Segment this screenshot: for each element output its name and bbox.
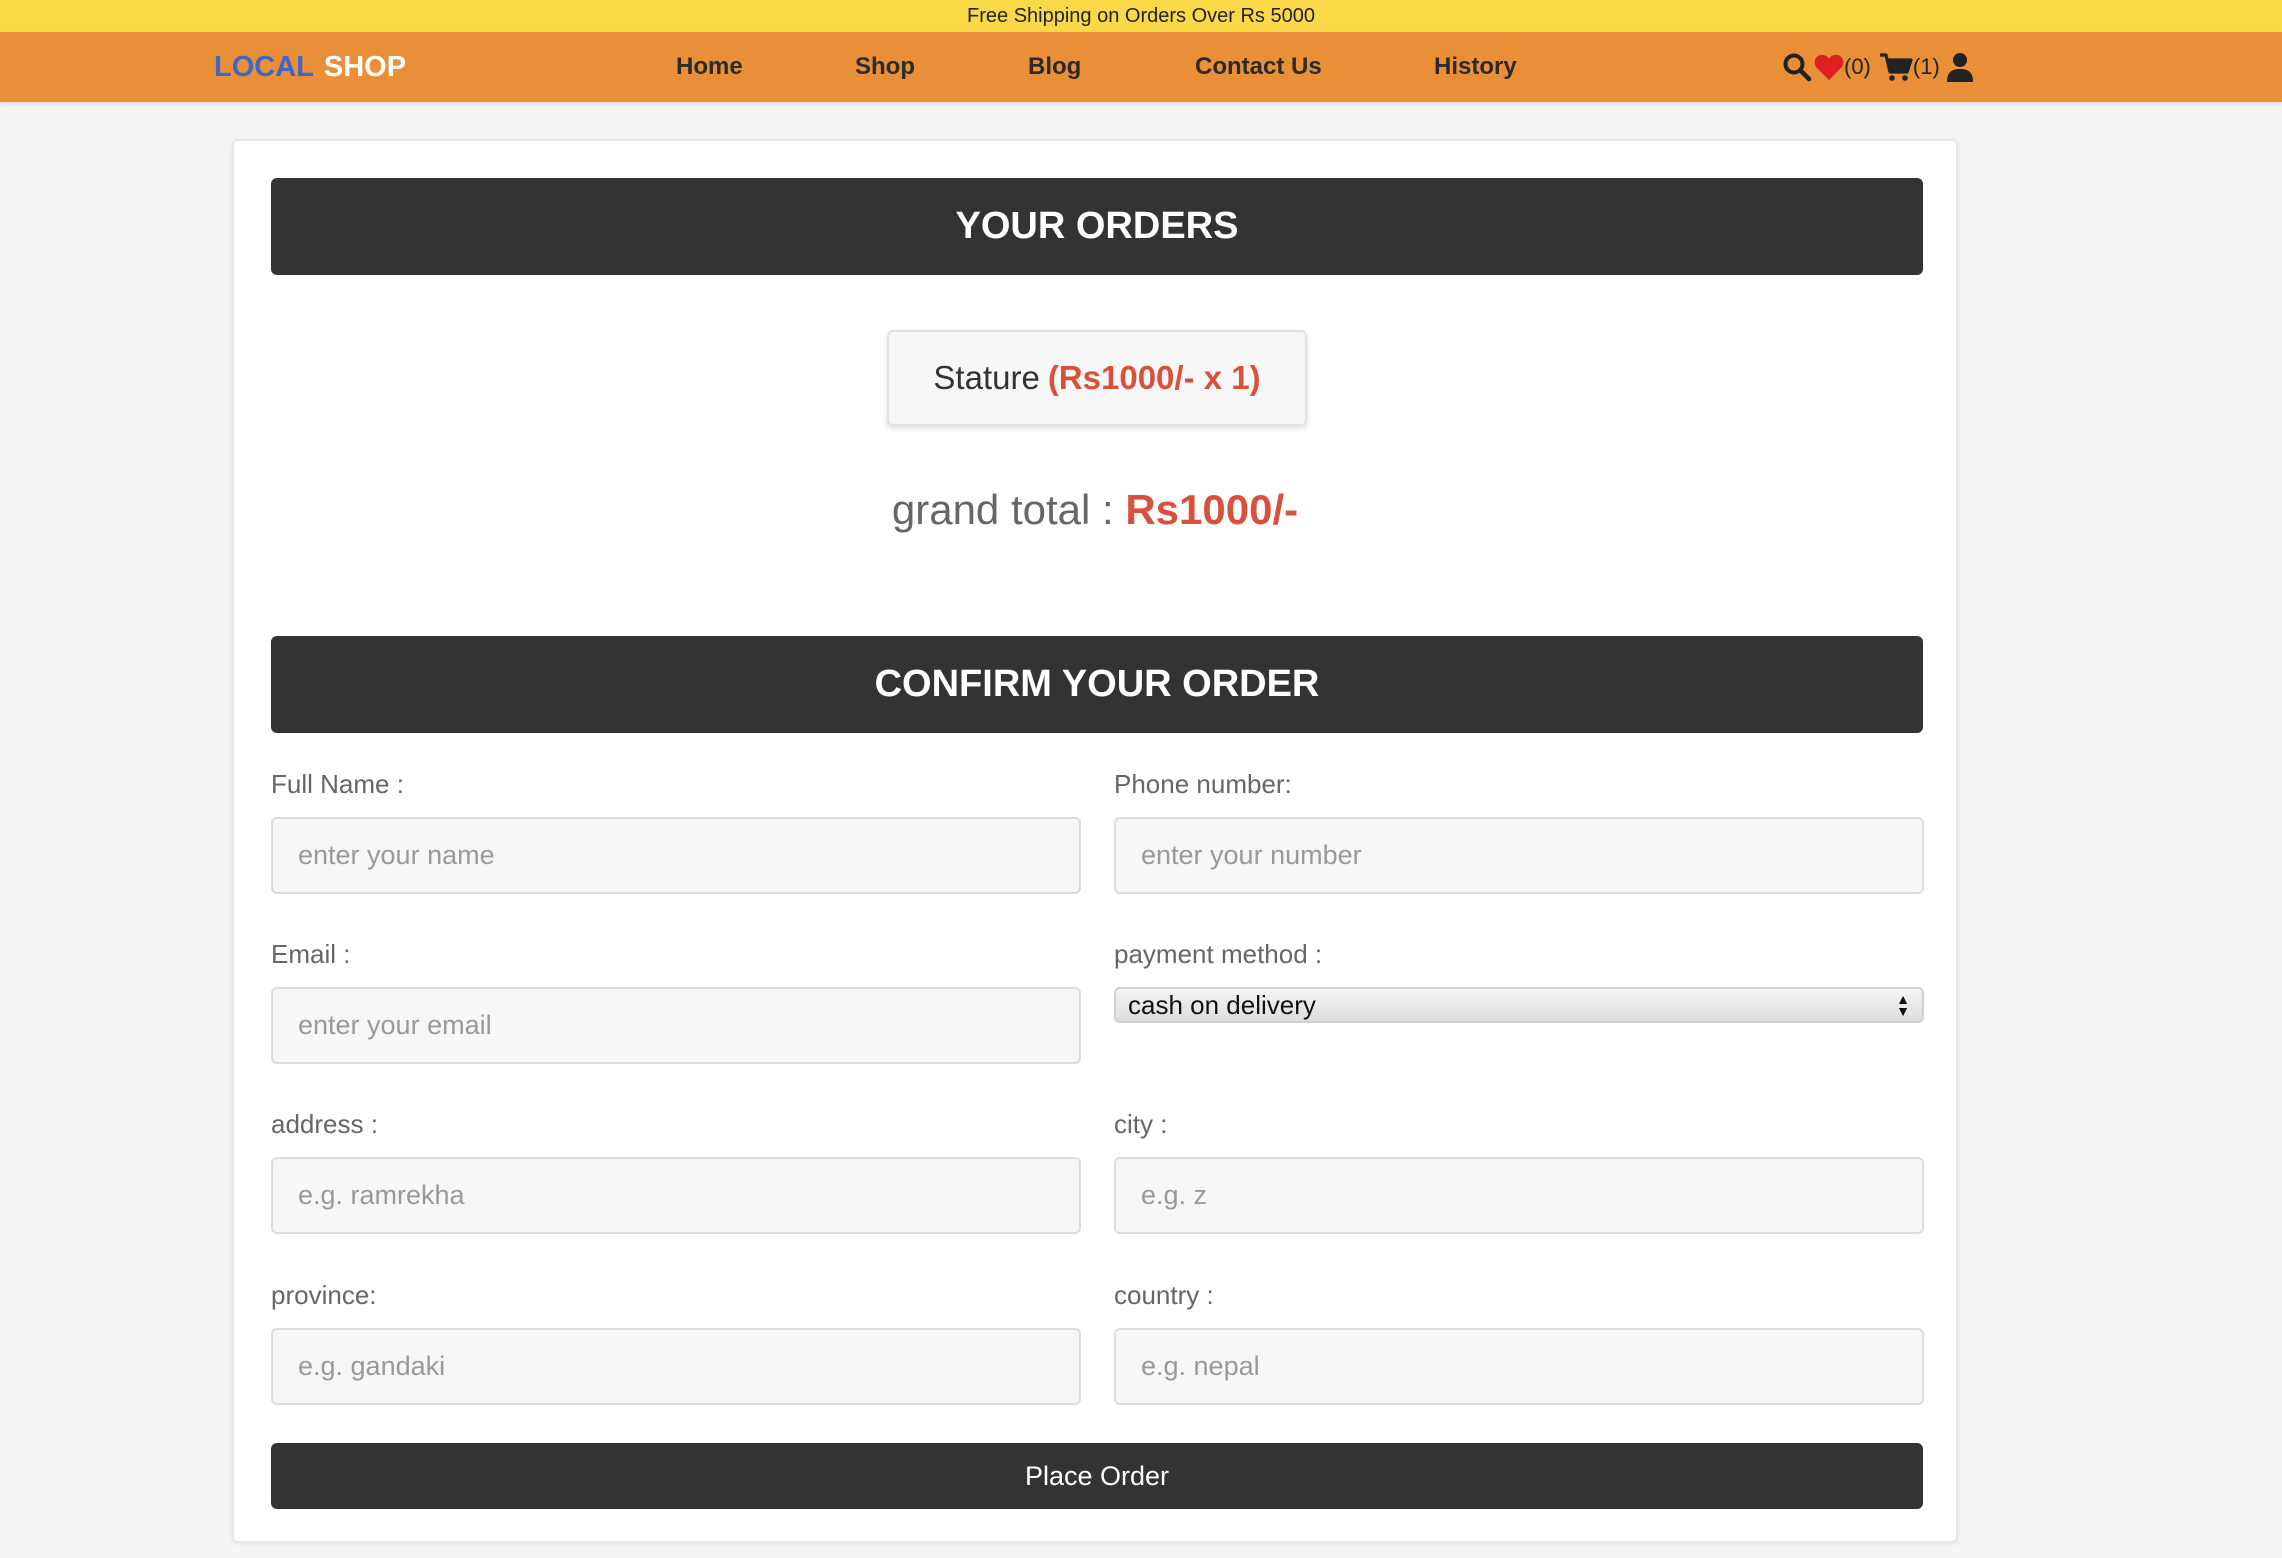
grand-total: grand total : Rs1000/- xyxy=(234,486,1956,534)
main-navbar: LOCAL SHOP Home Shop Blog Contact Us His… xyxy=(0,32,2282,102)
phone-label: Phone number: xyxy=(1114,769,1292,799)
cart-icon xyxy=(1879,52,1913,82)
search-icon[interactable] xyxy=(1782,52,1812,82)
cart-count: (1) xyxy=(1912,54,1940,79)
nav-link-contact[interactable]: Contact Us xyxy=(1195,32,1322,102)
email-label: Email : xyxy=(271,939,351,969)
grand-total-value: Rs1000/- xyxy=(1125,486,1299,533)
place-order-button[interactable]: Place Order xyxy=(271,1443,1923,1509)
heart-icon xyxy=(1814,53,1844,81)
nav-link-shop[interactable]: Shop xyxy=(855,32,915,102)
order-item-name: Stature xyxy=(933,359,1040,396)
order-item-price: (Rs1000/- x 1) xyxy=(1047,359,1261,396)
country-input[interactable] xyxy=(1114,1328,1924,1405)
payment-method-select[interactable]: cash on delivery ▲ ▼ xyxy=(1114,987,1924,1023)
wishlist-count: (0) xyxy=(1844,54,1871,79)
order-item: Stature (Rs1000/- x 1) xyxy=(887,330,1307,426)
select-arrows-icon: ▲ ▼ xyxy=(1896,991,1910,1019)
full-name-input[interactable] xyxy=(271,817,1081,894)
checkout-card: YOUR ORDERS Stature (Rs1000/- x 1) grand… xyxy=(232,139,1958,1543)
cart-button[interactable]: (1) xyxy=(1879,52,1940,82)
logo-part-shop: SHOP xyxy=(323,50,407,83)
nav-link-home[interactable]: Home xyxy=(676,32,743,102)
nav-link-blog[interactable]: Blog xyxy=(1028,32,1081,102)
province-label: province: xyxy=(271,1280,377,1310)
grand-total-label: grand total : xyxy=(891,486,1114,533)
confirm-order-heading: CONFIRM YOUR ORDER xyxy=(271,636,1923,733)
province-input[interactable] xyxy=(271,1328,1081,1405)
address-label: address : xyxy=(271,1109,378,1139)
city-label: city : xyxy=(1114,1109,1168,1139)
site-logo[interactable]: LOCAL SHOP xyxy=(214,32,406,102)
city-input[interactable] xyxy=(1114,1157,1924,1234)
country-label: country : xyxy=(1114,1280,1214,1310)
nav-link-history[interactable]: History xyxy=(1434,32,1517,102)
address-input[interactable] xyxy=(271,1157,1081,1234)
wishlist-button[interactable]: (0) xyxy=(1814,53,1871,81)
full-name-label: Full Name : xyxy=(271,769,404,799)
payment-method-label: payment method : xyxy=(1114,939,1323,969)
email-input[interactable] xyxy=(271,987,1081,1064)
orders-heading: YOUR ORDERS xyxy=(271,178,1923,275)
promo-banner: Free Shipping on Orders Over Rs 5000 xyxy=(0,0,2282,32)
phone-input[interactable] xyxy=(1114,817,1924,894)
payment-method-value: cash on delivery xyxy=(1128,989,1316,1020)
user-icon[interactable] xyxy=(1946,52,1974,82)
promo-text: Free Shipping on Orders Over Rs 5000 xyxy=(967,4,1315,27)
nav-icon-group: (0) (1) xyxy=(1782,32,1974,102)
logo-part-local: LOCAL xyxy=(214,50,314,83)
